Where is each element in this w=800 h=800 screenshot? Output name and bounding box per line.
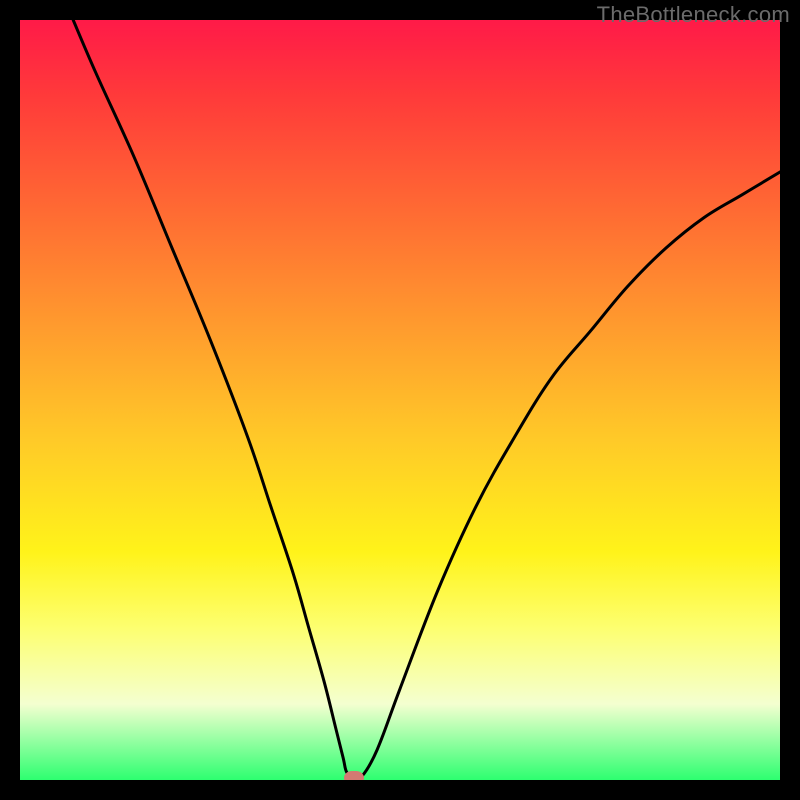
plot-area [20, 20, 780, 780]
watermark-text: TheBottleneck.com [597, 2, 790, 28]
bottleneck-curve [20, 20, 780, 780]
chart-frame: TheBottleneck.com [0, 0, 800, 800]
optimal-point-marker [344, 771, 364, 780]
